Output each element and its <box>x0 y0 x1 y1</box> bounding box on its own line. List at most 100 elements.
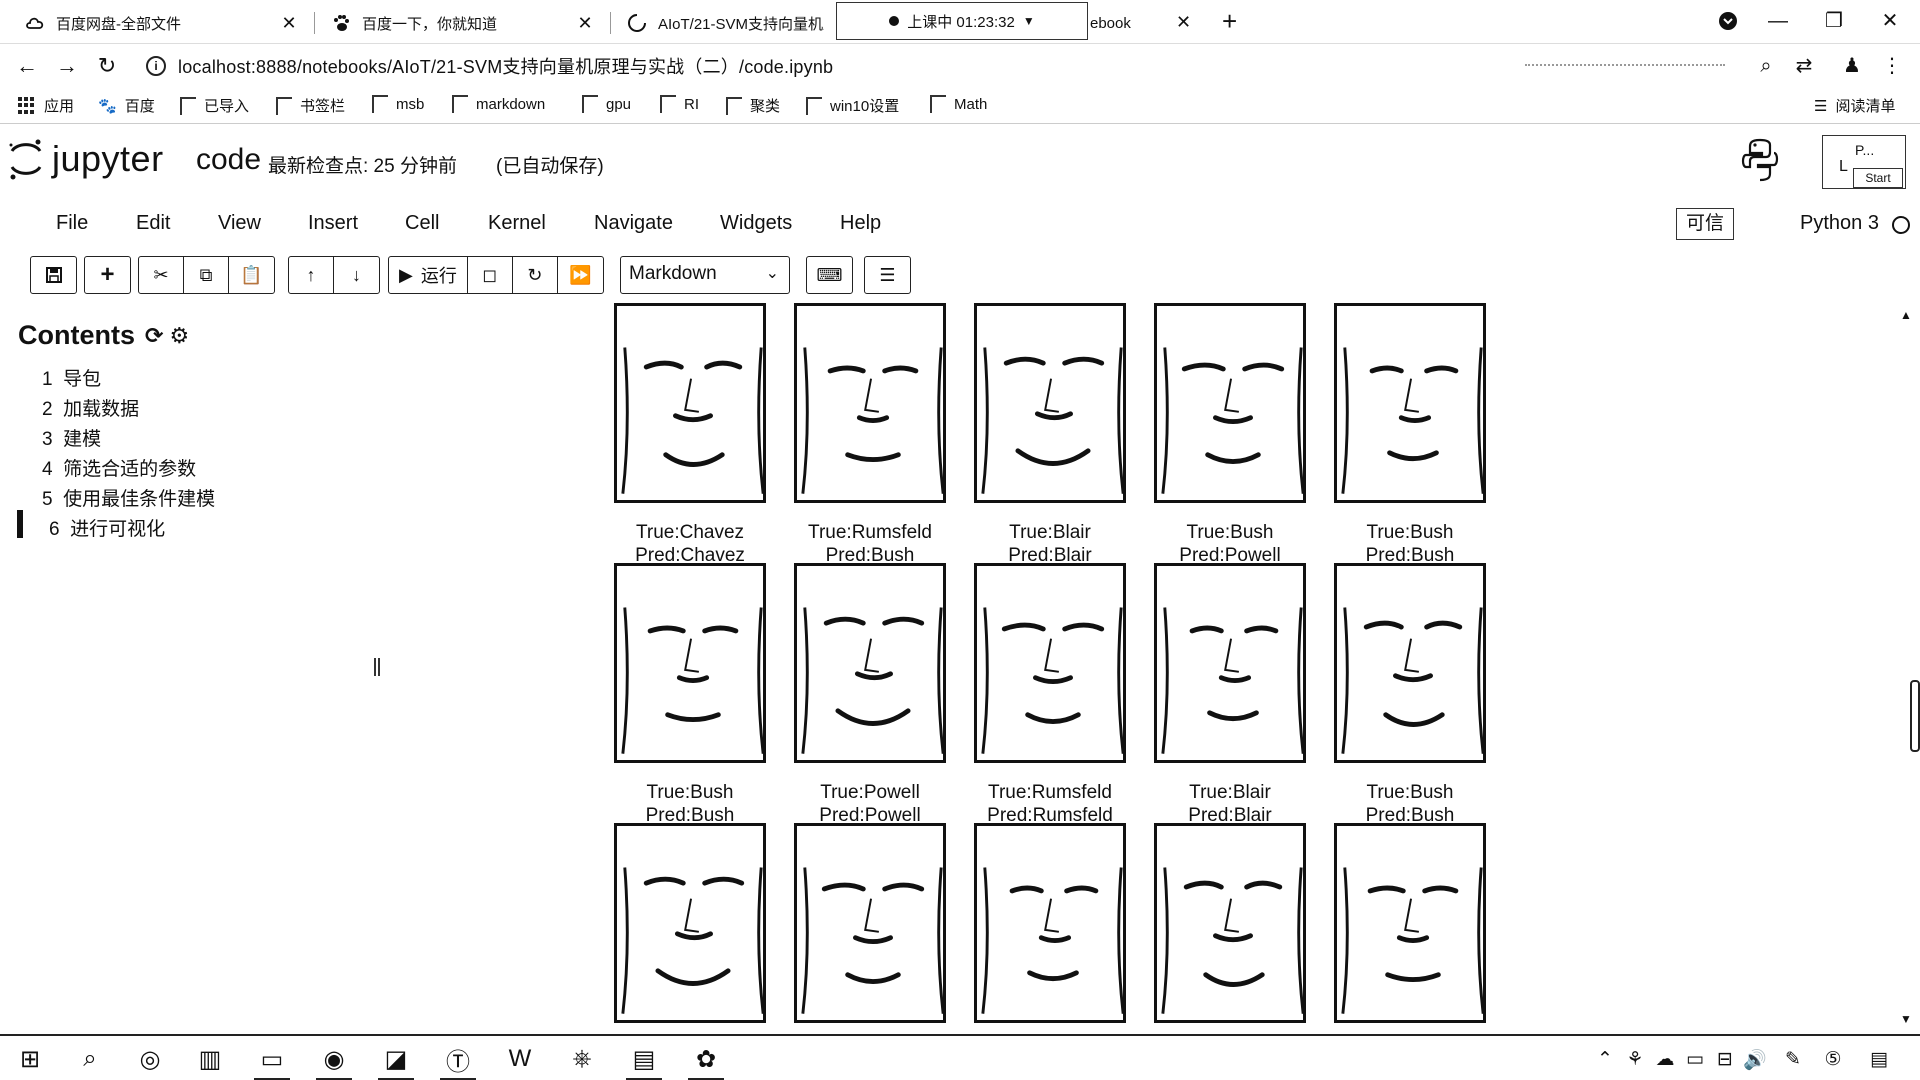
menu-help[interactable]: Help <box>840 212 881 235</box>
gear-icon[interactable]: ⚙ <box>169 323 189 349</box>
start-button[interactable]: Start <box>1853 168 1903 188</box>
bookmark-folder[interactable]: RI <box>660 95 699 113</box>
arrow-up-icon[interactable]: ↑ <box>289 257 334 293</box>
cloud-sync-icon[interactable]: ☁ <box>1652 1048 1678 1072</box>
wechat-icon[interactable]: ✿ <box>684 1042 728 1080</box>
bookmark-folder[interactable]: 聚类 <box>726 95 780 116</box>
new-tab-button[interactable]: + <box>1222 6 1237 36</box>
back-icon[interactable]: ← <box>12 52 42 80</box>
battery-icon[interactable]: ▭ <box>1682 1048 1708 1072</box>
bookmark-folder[interactable]: gpu <box>582 95 631 113</box>
list-icon[interactable]: ☰ <box>865 257 910 293</box>
toolbar-group-move: ↑ ↓ <box>288 256 380 294</box>
more-menu-icon[interactable]: ⋮ <box>1878 52 1906 80</box>
pen-icon[interactable]: ✎ <box>1780 1048 1806 1072</box>
hat-icon[interactable]: ⎈ <box>560 1042 604 1076</box>
zoom-icon[interactable]: ⌕ <box>1752 52 1780 80</box>
tray-expand-icon[interactable]: ⌃ <box>1592 1048 1618 1072</box>
notification-icon[interactable]: ▤ <box>1866 1048 1892 1072</box>
reading-list[interactable]: ☰ 阅读清单 <box>1814 95 1895 116</box>
tab-baidu-pan[interactable]: 百度网盘-全部文件 ✕ <box>12 4 312 42</box>
network-icon[interactable]: ⊟ <box>1712 1048 1738 1072</box>
bookmark-label: gpu <box>606 95 632 113</box>
restart-icon[interactable]: ↻ <box>513 257 558 293</box>
trusted-badge[interactable]: 可信 <box>1676 208 1734 240</box>
typora-icon[interactable]: Ⓣ <box>436 1042 480 1080</box>
fast-forward-icon[interactable]: ⏩ <box>558 257 603 293</box>
close-icon[interactable]: ✕ <box>574 13 596 34</box>
kernel-name[interactable]: Python 3 <box>1800 212 1879 235</box>
face-prediction-cell <box>972 823 1132 1041</box>
restore-icon[interactable]: ❐ <box>1814 6 1854 36</box>
pycharm-icon[interactable]: ◪ <box>374 1042 418 1080</box>
menu-file[interactable]: File <box>56 212 88 235</box>
recording-indicator[interactable]: 上课中 01:23:32 ▼ <box>836 2 1088 40</box>
save-icon[interactable] <box>31 257 76 293</box>
scrollbar-thumb[interactable] <box>1910 680 1920 752</box>
volume-icon[interactable]: 🔊 <box>1742 1048 1768 1072</box>
menu-widgets[interactable]: Widgets <box>720 212 792 235</box>
bookmark-folder[interactable]: msb <box>372 95 424 113</box>
chrome-icon[interactable]: ◉ <box>312 1042 356 1080</box>
close-icon[interactable]: ✕ <box>278 13 300 34</box>
face-label: True:Bush Pred:Bush <box>612 781 768 827</box>
bookmark-folder[interactable]: Math <box>930 95 987 113</box>
reload-icon[interactable]: ↻ <box>92 52 122 80</box>
menu-view[interactable]: View <box>218 212 261 235</box>
profile-icon[interactable] <box>1708 6 1748 36</box>
target-icon[interactable]: ◎ <box>128 1042 172 1076</box>
toc-item[interactable]: 1 导包 <box>42 364 101 391</box>
toc-item[interactable]: 2 加载数据 <box>42 394 139 421</box>
tab-baidu[interactable]: 百度一下，你就知道 ✕ <box>318 4 608 42</box>
bookmark-folder[interactable]: markdown <box>452 95 545 113</box>
scroll-up-icon[interactable]: ▲ <box>1900 308 1912 322</box>
menu-kernel[interactable]: Kernel <box>488 212 546 235</box>
translate-icon[interactable]: ⇄ <box>1790 52 1818 80</box>
terminal-icon[interactable]: ▤ <box>622 1042 666 1080</box>
toc-item-active[interactable]: 6 进行可视化 <box>49 514 165 541</box>
windows-start-icon[interactable]: ⊞ <box>8 1042 52 1076</box>
notebook-name[interactable]: code <box>196 143 261 177</box>
window-app-icon[interactable]: ▭ <box>250 1042 294 1080</box>
bookmark-folder[interactable]: 已导入 <box>180 95 249 116</box>
bookmark-folder[interactable]: win10设置 <box>806 95 899 116</box>
run-label: 运行 <box>420 266 457 286</box>
refresh-icon[interactable]: ⟳ <box>145 323 163 349</box>
info-icon[interactable]: i <box>146 56 166 76</box>
copy-icon[interactable]: ⧉ <box>184 257 229 293</box>
toc-item[interactable]: 4 筛选合适的参数 <box>42 454 196 481</box>
search-icon[interactable]: ⌕ <box>68 1042 112 1076</box>
window-close-icon[interactable]: ✕ <box>1870 6 1910 36</box>
paste-icon[interactable]: 📋 <box>229 257 274 293</box>
minimize-icon[interactable]: — <box>1758 6 1798 36</box>
tab-notebook[interactable]: AIoT/21-SVM支持向量机原 <box>614 4 836 42</box>
tray-app-icon[interactable]: ⚘ <box>1622 1048 1648 1072</box>
menu-cell[interactable]: Cell <box>405 212 439 235</box>
bookmark-baidu[interactable]: 🐾 百度 <box>98 95 155 116</box>
toc-item[interactable]: 5 使用最佳条件建模 <box>42 484 215 511</box>
keyboard-icon[interactable]: ⌨ <box>807 257 852 293</box>
menu-navigate[interactable]: Navigate <box>594 212 673 235</box>
forward-icon[interactable]: → <box>52 52 82 80</box>
scroll-down-icon[interactable]: ▼ <box>1900 1012 1912 1026</box>
extension-icon[interactable]: ♟ <box>1838 52 1866 80</box>
word-icon[interactable]: W <box>498 1042 542 1076</box>
media-icon[interactable]: ▥ <box>188 1042 232 1076</box>
bookmark-folder[interactable]: 书签栏 <box>276 95 345 116</box>
toc-item[interactable]: 3 建模 <box>42 424 101 451</box>
menu-edit[interactable]: Edit <box>136 212 170 235</box>
close-icon[interactable]: ✕ <box>1176 12 1191 33</box>
url-field[interactable]: localhost:8888/notebooks/AIoT/21-SVM支持向量… <box>178 53 833 79</box>
ime-icon[interactable]: ⑤ <box>1820 1048 1846 1072</box>
jupyter-logo[interactable]: jupyter <box>8 137 164 181</box>
widget-title: P... <box>1855 142 1875 158</box>
menu-insert[interactable]: Insert <box>308 212 358 235</box>
run-button[interactable]: ▶ 运行 <box>389 257 468 293</box>
arrow-down-icon[interactable]: ↓ <box>334 257 379 293</box>
cut-icon[interactable]: ✂ <box>139 257 184 293</box>
stop-icon[interactable]: ◻ <box>468 257 513 293</box>
presentation-widget[interactable]: P... L Start <box>1822 135 1906 189</box>
cell-type-select[interactable]: Markdown ⌄ <box>620 256 790 294</box>
bookmark-apps[interactable]: 应用 <box>18 95 74 116</box>
plus-icon[interactable]: + <box>85 257 130 293</box>
